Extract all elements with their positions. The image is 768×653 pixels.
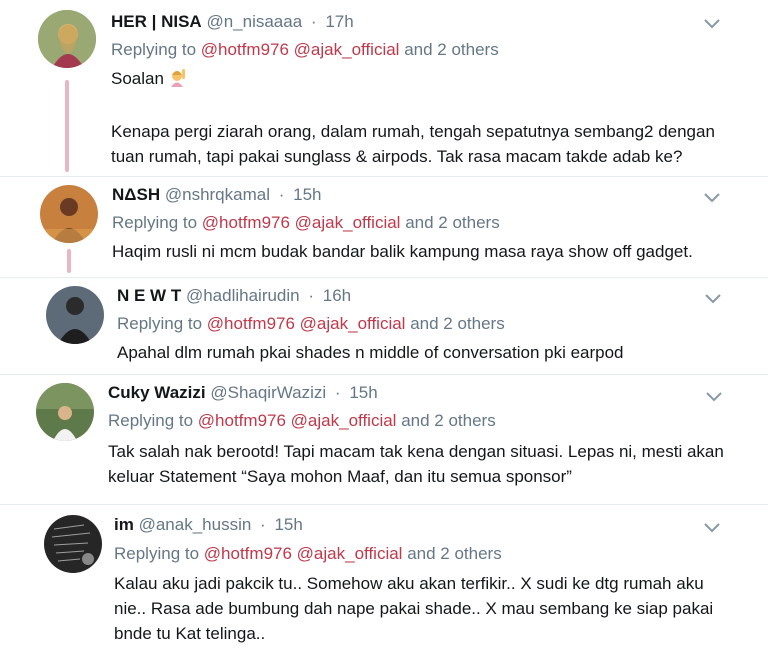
chevron-down-icon[interactable] — [703, 291, 723, 305]
tweet-1[interactable]: HER | NISA @n_nisaaaa · 17h Replying to … — [0, 0, 768, 176]
tweet-text: Haqim rusli ni mcm budak bandar balik ka… — [112, 239, 693, 264]
mention-link[interactable]: @ajak_official — [297, 544, 403, 563]
replying-label: Replying to — [112, 213, 198, 232]
timestamp[interactable]: 15h — [293, 185, 321, 204]
thread-line — [67, 249, 71, 273]
tweet-text-line: keluar Statement “Saya mohon Maaf, dan i… — [108, 467, 572, 486]
display-name[interactable]: im — [114, 515, 134, 534]
tweet-header: NΔSH @nshrqkamal · 15h — [112, 185, 322, 205]
tweet-header: im @anak_hussin · 15h — [114, 515, 303, 535]
replying-label: Replying to — [111, 40, 197, 59]
chevron-down-icon[interactable] — [704, 389, 724, 403]
avatar[interactable] — [36, 383, 94, 441]
tweet-text-line: Kenapa pergi ziarah orang, dalam rumah, … — [111, 122, 715, 141]
username[interactable]: @ShaqirWazizi — [210, 383, 326, 402]
others-link[interactable]: and 2 others — [404, 40, 499, 59]
mention-link[interactable]: @hotfm976 — [201, 40, 289, 59]
tweet-text-line: Haqim rusli ni mcm budak bandar balik ka… — [112, 242, 693, 261]
tweet-text: Apahal dlm rumah pkai shades n middle of… — [117, 340, 624, 365]
tweet-3[interactable]: N E W T @hadlihairudin · 16h Replying to… — [0, 278, 768, 374]
avatar[interactable] — [44, 515, 102, 573]
mention-link[interactable]: @ajak_official — [294, 40, 400, 59]
woman-raising-hand-emoji — [170, 69, 185, 87]
avatar[interactable] — [38, 10, 96, 68]
timestamp[interactable]: 15h — [349, 383, 377, 402]
tweet-5[interactable]: im @anak_hussin · 15h Replying to @hotfm… — [0, 505, 768, 653]
mention-link[interactable]: @ajak_official — [291, 411, 397, 430]
replying-to: Replying to @hotfm976 @ajak_official and… — [111, 40, 499, 60]
tweet-header: N E W T @hadlihairudin · 16h — [117, 286, 351, 306]
separator-dot: · — [334, 383, 341, 402]
chevron-down-icon[interactable] — [702, 16, 722, 30]
mention-link[interactable]: @ajak_official — [295, 213, 401, 232]
others-link[interactable]: and 2 others — [401, 411, 496, 430]
chevron-down-icon[interactable] — [702, 190, 722, 204]
others-link[interactable]: and 2 others — [407, 544, 502, 563]
tweet-text-line: bnde tu Kat telinga.. — [114, 624, 266, 643]
replying-to: Replying to @hotfm976 @ajak_official and… — [112, 213, 500, 233]
replying-to: Replying to @hotfm976 @ajak_official and… — [108, 411, 496, 431]
chevron-down-icon[interactable] — [702, 520, 722, 534]
replying-to: Replying to @hotfm976 @ajak_official and… — [114, 544, 502, 564]
replying-label: Replying to — [117, 314, 203, 333]
separator-dot: · — [308, 286, 315, 305]
tweet-text-line: Apahal dlm rumah pkai shades n middle of… — [117, 343, 624, 362]
tweet-4[interactable]: Cuky Wazizi @ShaqirWazizi · 15h Replying… — [0, 375, 768, 504]
tweet-text: Kalau aku jadi pakcik tu.. Somehow aku a… — [114, 571, 713, 646]
username[interactable]: @anak_hussin — [139, 515, 252, 534]
timestamp[interactable]: 15h — [274, 515, 302, 534]
mention-link[interactable]: @hotfm976 — [204, 544, 292, 563]
separator-dot: · — [260, 515, 266, 534]
replying-label: Replying to — [114, 544, 200, 563]
display-name[interactable]: N E W T — [117, 286, 181, 305]
tweet-header: Cuky Wazizi @ShaqirWazizi · 15h — [108, 383, 378, 403]
username[interactable]: @n_nisaaaa — [206, 12, 302, 31]
tweet-2[interactable]: NΔSH @nshrqkamal · 15h Replying to @hotf… — [0, 177, 768, 277]
others-link[interactable]: and 2 others — [405, 213, 500, 232]
tweet-text-line — [111, 91, 715, 116]
tweet-header: HER | NISA @n_nisaaaa · 17h — [111, 12, 354, 32]
thread-line — [65, 80, 69, 172]
timestamp[interactable]: 17h — [325, 12, 353, 31]
tweet-text: Tak salah nak berootd! Tapi macam tak ke… — [108, 439, 724, 489]
tweet-text-line: Tak salah nak berootd! Tapi macam tak ke… — [108, 442, 724, 461]
separator-dot: · — [310, 12, 317, 31]
mention-link[interactable]: @hotfm976 — [198, 411, 286, 430]
tweet-text-line: tuan rumah, tapi pakai sunglass & airpod… — [111, 147, 683, 166]
display-name[interactable]: NΔSH — [112, 185, 160, 204]
avatar[interactable] — [40, 185, 98, 243]
username[interactable]: @nshrqkamal — [165, 185, 270, 204]
display-name[interactable]: Cuky Wazizi — [108, 383, 206, 402]
mention-link[interactable]: @hotfm976 — [207, 314, 295, 333]
tweet-text-line: Soalan — [111, 66, 715, 91]
tweet-text-line: Kalau aku jadi pakcik tu.. Somehow aku a… — [114, 574, 704, 593]
tweet-text: Soalan Kenapa pergi ziarah orang, dalam … — [111, 66, 715, 169]
tweet-text-line: nie.. Rasa ade bumbung dah nape pakai sh… — [114, 599, 714, 618]
display-name[interactable]: HER | NISA — [111, 12, 202, 31]
separator-dot: · — [278, 185, 285, 204]
timestamp[interactable]: 16h — [323, 286, 351, 305]
replying-to: Replying to @hotfm976 @ajak_official and… — [117, 314, 505, 334]
mention-link[interactable]: @ajak_official — [300, 314, 406, 333]
username[interactable]: @hadlihairudin — [186, 286, 300, 305]
mention-link[interactable]: @hotfm976 — [202, 213, 290, 232]
replying-label: Replying to — [108, 411, 194, 430]
avatar[interactable] — [46, 286, 104, 344]
others-link[interactable]: and 2 others — [410, 314, 505, 333]
